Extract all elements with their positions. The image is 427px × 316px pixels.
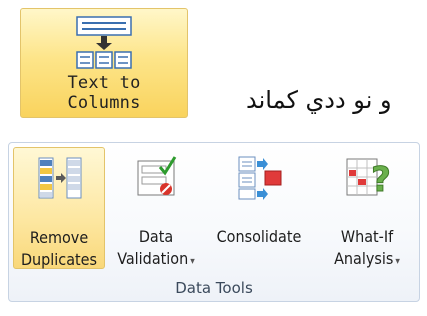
caption-text: و نو ددي كماند (246, 86, 392, 114)
data-validation-label-text: Validation (117, 249, 189, 268)
what-if-analysis-icon: ? (346, 158, 391, 201)
consolidate-label: Consolidate (216, 227, 302, 246)
data-tools-group: Remove Duplicates Data Validation ▾ Cons… (8, 142, 420, 302)
what-if-analysis-label-text: Analysis (334, 249, 394, 268)
consolidate-icon (238, 156, 282, 200)
text-to-columns-icon (76, 16, 132, 69)
data-validation-label-line2: Validation ▾ (105, 249, 207, 268)
svg-text:?: ? (371, 160, 391, 200)
data-validation-button[interactable]: Data Validation ▾ (105, 147, 207, 269)
text-to-columns-label-line2: Columns (67, 93, 141, 113)
consolidate-button[interactable]: Consolidate (207, 147, 311, 269)
data-validation-label-line1: Data (138, 227, 174, 246)
remove-duplicates-icon (38, 157, 82, 199)
what-if-analysis-label-line2: Analysis ▾ (315, 249, 419, 268)
chevron-down-icon: ▾ (395, 256, 400, 267)
remove-duplicates-label-line2: Duplicates (20, 250, 98, 269)
chevron-down-icon: ▾ (190, 256, 195, 267)
group-label-data-tools: Data Tools (175, 279, 253, 297)
what-if-analysis-button[interactable]: ? What-If Analysis ▾ (315, 147, 419, 269)
text-to-columns-label-line1: Text to (67, 73, 141, 93)
what-if-analysis-label-line1: What-If (340, 227, 394, 246)
remove-duplicates-button[interactable]: Remove Duplicates (13, 147, 105, 269)
data-validation-icon (137, 156, 177, 196)
text-to-columns-button[interactable]: Text to Columns (20, 8, 188, 118)
remove-duplicates-label-line1: Remove (29, 228, 89, 247)
